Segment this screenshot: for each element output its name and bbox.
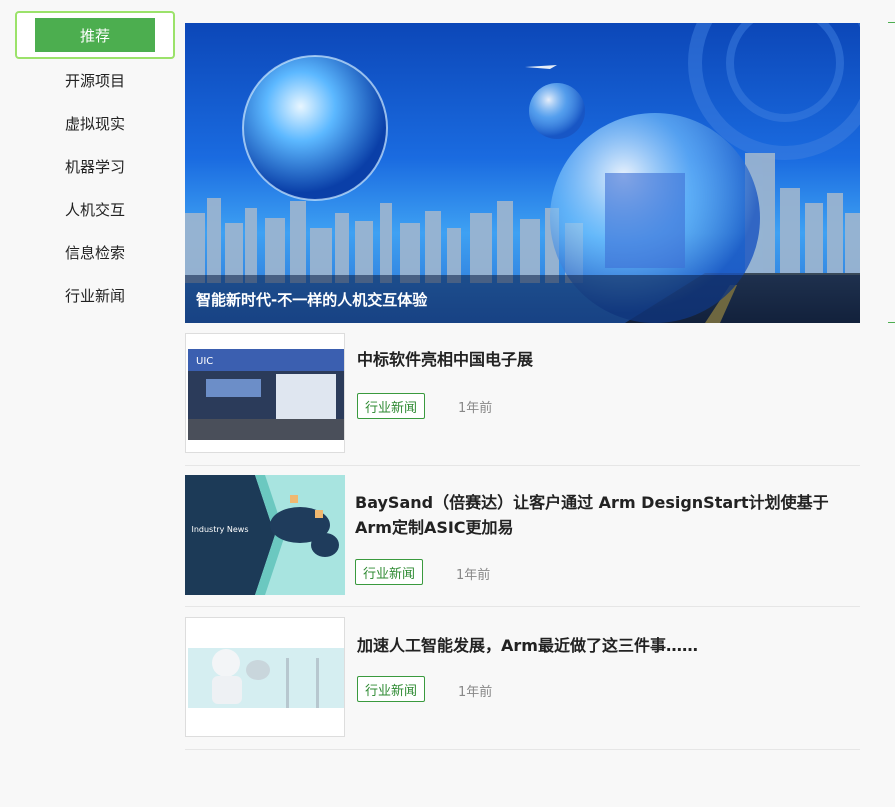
timestamp: 1年前 [458, 401, 493, 416]
news-title[interactable]: 中标软件亮相中国电子展 [357, 347, 854, 372]
banner-caption: 智能新时代-不一样的人机交互体验 [185, 275, 860, 323]
sidebar-item-open-source[interactable]: 开源项目 [15, 59, 175, 102]
news-thumbnail-image: UIC [186, 334, 344, 452]
divider [888, 322, 895, 323]
sidebar-item-industry-news[interactable]: 行业新闻 [15, 274, 175, 317]
sidebar-nav: 推荐 开源项目 虚拟现实 机器学习 人机交互 信息检索 行业新闻 [15, 11, 179, 317]
booth-logo-text: UIC [196, 356, 213, 367]
news-title[interactable]: BaySand（倍赛达）让客户通过 Arm DesignStart计划使基于Ar… [355, 490, 854, 540]
divider [888, 22, 895, 23]
news-thumbnail[interactable]: UIC [185, 333, 345, 453]
news-thumbnail[interactable] [185, 617, 345, 737]
sidebar-item-info-retrieval[interactable]: 信息检索 [15, 231, 175, 274]
list-item[interactable]: 加速人工智能发展，Arm最近做了这三件事…… 行业新闻 1年前 [185, 617, 860, 750]
sidebar-item-machine-learning[interactable]: 机器学习 [15, 145, 175, 188]
timestamp: 1年前 [458, 685, 493, 700]
news-title[interactable]: 加速人工智能发展，Arm最近做了这三件事…… [357, 633, 854, 658]
industry-news-text: Industry News [191, 525, 248, 534]
sidebar-item-label: 推荐 [35, 18, 155, 52]
news-thumbnail-image: Industry News [185, 475, 345, 595]
list-item[interactable]: Industry News BaySand（倍赛达）让客户通过 Arm Desi… [185, 475, 860, 607]
sidebar-item-recommend[interactable]: 推荐 [15, 11, 175, 59]
list-item[interactable]: UIC 中标软件亮相中国电子展 行业新闻 1年前 [185, 333, 860, 466]
category-tag[interactable]: 行业新闻 [355, 559, 424, 585]
news-thumbnail-image [186, 618, 344, 736]
category-tag[interactable]: 行业新闻 [357, 393, 426, 419]
news-thumbnail[interactable]: Industry News [185, 475, 345, 595]
sidebar-item-hci[interactable]: 人机交互 [15, 188, 175, 231]
featured-banner[interactable]: 智能新时代-不一样的人机交互体验 [185, 23, 860, 323]
timestamp: 1年前 [456, 568, 491, 583]
category-tag[interactable]: 行业新闻 [357, 676, 426, 702]
sidebar-item-vr[interactable]: 虚拟现实 [15, 102, 175, 145]
